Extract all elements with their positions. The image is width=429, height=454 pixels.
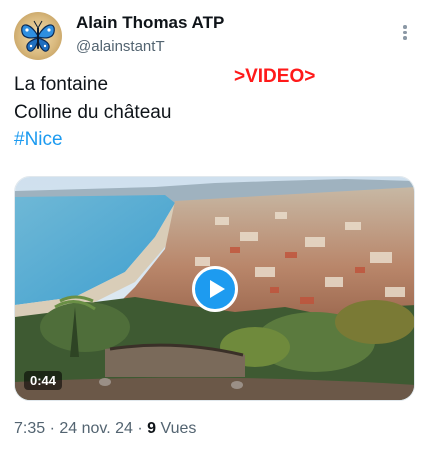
video-player[interactable]: 0:44: [14, 176, 415, 401]
tweet-date[interactable]: 24 nov. 24: [59, 420, 133, 437]
play-icon: [210, 280, 225, 298]
avatar[interactable]: [14, 12, 62, 60]
author-display-name[interactable]: Alain Thomas ATP: [76, 13, 224, 33]
tweet-text-line-2: Colline du château: [14, 102, 172, 123]
video-duration: 0:44: [24, 371, 63, 390]
hashtag-link[interactable]: #Nice: [14, 129, 63, 151]
video-overlay-label: >VIDEO>: [234, 66, 316, 87]
butterfly-avatar-icon: [21, 20, 55, 52]
more-options-icon[interactable]: [395, 22, 415, 42]
tweet-meta: 7:35 · 24 nov. 24 · 9 Vues: [14, 420, 196, 438]
tweet-text-line-1: La fontaine: [14, 74, 109, 95]
author-handle[interactable]: @alainstantT: [76, 38, 165, 55]
play-button[interactable]: [192, 266, 238, 312]
views-count: 9: [147, 420, 157, 437]
tweet-time[interactable]: 7:35: [14, 420, 45, 437]
meta-separator: ·: [137, 420, 143, 437]
meta-separator: ·: [49, 420, 55, 437]
views-label: Vues: [160, 420, 197, 437]
